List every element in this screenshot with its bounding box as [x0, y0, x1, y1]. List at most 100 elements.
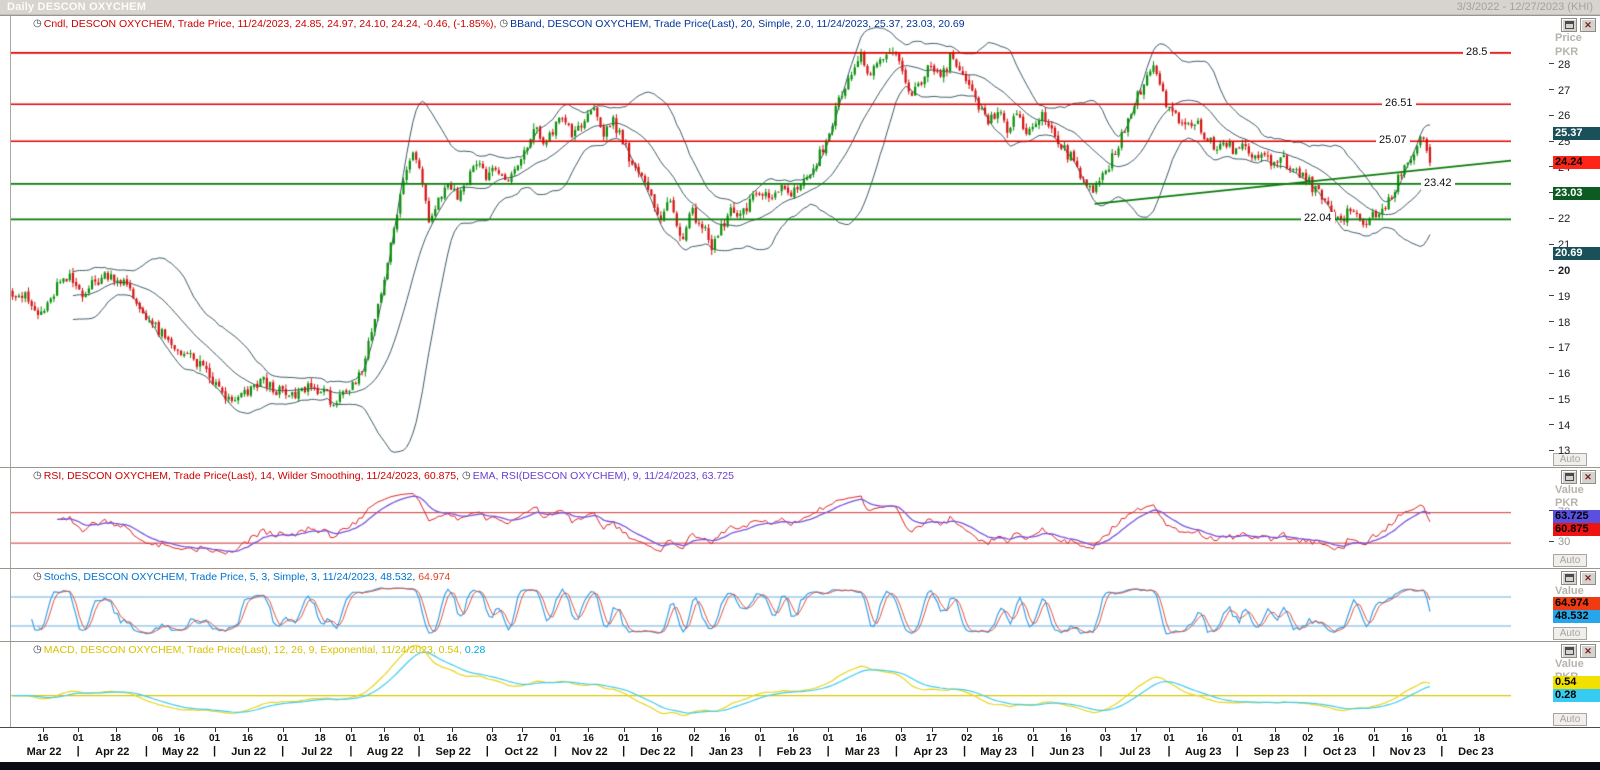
day-tick-mark: [248, 728, 249, 732]
axis-tick-label: 22: [1549, 213, 1570, 225]
axis-unit-pkr: PKR: [1555, 497, 1578, 509]
month-label: Jul 23: [1119, 746, 1150, 758]
day-tick-mark: [624, 728, 625, 732]
day-tick-label: 01: [1368, 733, 1379, 744]
legend-macd-series[interactable]: MACD, DESCON OXYCHEM, Trade Price(Last),…: [44, 644, 465, 656]
legend-rsi-series[interactable]: RSI, DESCON OXYCHEM, Trade Price(Last), …: [44, 470, 462, 482]
axis-unit-pkr: PKR: [1555, 46, 1578, 58]
month-separator: |: [77, 745, 80, 757]
month-separator: |: [486, 745, 489, 757]
day-tick-mark: [1374, 728, 1375, 732]
day-tick-label: 18: [1474, 733, 1485, 744]
day-tick-mark: [932, 728, 933, 732]
price-panel: ◷Cndl, DESCON OXYCHEM, Trade Price, 11/2…: [0, 15, 1600, 467]
month-separator: |: [418, 745, 421, 757]
legend-stoch-d-value[interactable]: 64.974: [418, 571, 450, 583]
axis-title-price: Price: [1555, 32, 1582, 44]
month-label: May 22: [162, 746, 199, 758]
macd-axis[interactable]: ✕ Value PKR 0.540.28 Auto: [1511, 642, 1600, 727]
legend-candle-series[interactable]: Cndl, DESCON OXYCHEM, Trade Price, 11/24…: [44, 18, 500, 30]
day-tick-label: 02: [688, 733, 699, 744]
day-tick-mark: [384, 728, 385, 732]
axis-tick-label: 30: [1549, 536, 1570, 548]
price-chart-canvas[interactable]: [11, 16, 1511, 468]
day-tick-mark: [452, 728, 453, 732]
day-tick-label: 01: [1164, 733, 1175, 744]
time-axis[interactable]: 16Mar 220118Apr 22|0616May 22|0116Jun 22…: [0, 727, 1600, 762]
day-tick-label: 16: [378, 733, 389, 744]
day-tick-mark: [1136, 728, 1137, 732]
restore-icon[interactable]: [1561, 644, 1577, 658]
day-tick-label: 16: [992, 733, 1003, 744]
month-label: Dec 23: [1458, 746, 1493, 758]
macd-legend: ◷MACD, DESCON OXYCHEM, Trade Price(Last)…: [33, 644, 485, 656]
macd-plot-area[interactable]: ◷MACD, DESCON OXYCHEM, Trade Price(Last)…: [10, 642, 1512, 727]
day-tick-label: 16: [37, 733, 48, 744]
day-tick-mark: [1479, 728, 1480, 732]
day-tick-label: 18: [1269, 733, 1280, 744]
day-tick-label: 16: [447, 733, 458, 744]
close-icon[interactable]: ✕: [1580, 470, 1596, 484]
day-tick-mark: [320, 728, 321, 732]
legend-ema-series[interactable]: EMA, RSI(DESCON OXYCHEM), 9, 11/24/2023,…: [473, 470, 734, 482]
day-tick-mark: [760, 728, 761, 732]
day-tick-label: 01: [550, 733, 561, 744]
price-axis[interactable]: ✕ Price PKR 2827262524232221201918171615…: [1511, 16, 1600, 467]
day-tick-mark: [1169, 728, 1170, 732]
auto-scale-button[interactable]: Auto: [1553, 713, 1587, 726]
rsi-panel: ◷RSI, DESCON OXYCHEM, Trade Price(Last),…: [0, 467, 1600, 568]
rsi-plot-area[interactable]: ◷RSI, DESCON OXYCHEM, Trade Price(Last),…: [10, 468, 1512, 568]
rsi-chart-canvas[interactable]: [11, 468, 1511, 569]
day-tick-mark: [967, 728, 968, 732]
day-tick-label: 16: [651, 733, 662, 744]
restore-icon[interactable]: [1561, 470, 1577, 484]
day-tick-mark: [1033, 728, 1034, 732]
day-tick-mark: [901, 728, 902, 732]
axis-price-flag: 48.532: [1553, 610, 1600, 623]
legend-stoch-series[interactable]: StochS, DESCON OXYCHEM, Trade Price, 5, …: [44, 571, 418, 583]
day-tick-label: 01: [73, 733, 84, 744]
month-separator: |: [213, 745, 216, 757]
month-separator: |: [1372, 745, 1375, 757]
axis-tick-label: 16: [1549, 368, 1570, 380]
panel-window-controls: ✕: [1561, 644, 1596, 658]
day-tick-label: 16: [583, 733, 594, 744]
legend-bband-series[interactable]: BBand, DESCON OXYCHEM, Trade Price(Last)…: [510, 18, 964, 30]
day-tick-label: 18: [315, 733, 326, 744]
stoch-axis[interactable]: ✕ Value 64.97448.532 Auto: [1511, 569, 1600, 641]
rsi-axis[interactable]: ✕ Value PKR 7030 63.72560.875 Auto: [1511, 468, 1600, 568]
axis-price-flag: 63.725: [1553, 510, 1600, 523]
axis-tick-label: 15: [1549, 394, 1570, 406]
auto-scale-button[interactable]: Auto: [1553, 627, 1587, 640]
restore-icon[interactable]: [1561, 571, 1577, 585]
stoch-plot-area[interactable]: ◷StochS, DESCON OXYCHEM, Trade Price, 5,…: [10, 569, 1512, 641]
day-tick-mark: [1202, 728, 1203, 732]
close-icon[interactable]: ✕: [1580, 18, 1596, 32]
axis-price-flag: 23.03: [1553, 187, 1600, 200]
day-tick-label: 16: [242, 733, 253, 744]
price-plot-area[interactable]: ◷Cndl, DESCON OXYCHEM, Trade Price, 11/2…: [10, 16, 1512, 467]
month-label: Jun 23: [1049, 746, 1084, 758]
month-label: Mar 23: [845, 746, 880, 758]
day-tick-mark: [1308, 728, 1309, 732]
day-tick-mark: [998, 728, 999, 732]
month-separator: |: [895, 745, 898, 757]
auto-scale-button[interactable]: Auto: [1553, 554, 1587, 567]
window-titlebar[interactable]: Daily DESCON OXYCHEM 3/3/2022 - 12/27/20…: [0, 0, 1600, 15]
clock-icon: ◷: [33, 571, 42, 582]
window-bottom-edge: [0, 762, 1600, 770]
axis-tick-label: 17: [1549, 342, 1570, 354]
clock-icon: ◷: [33, 18, 42, 29]
legend-macd-signal-value[interactable]: 0.28: [465, 644, 485, 656]
axis-tick-label: 19: [1549, 291, 1570, 303]
clock-icon: ◷: [33, 644, 42, 655]
axis-price-flag: 24.24: [1553, 156, 1600, 169]
close-icon[interactable]: ✕: [1580, 644, 1596, 658]
close-icon[interactable]: ✕: [1580, 571, 1596, 585]
day-tick-mark: [522, 728, 523, 732]
restore-icon[interactable]: [1561, 18, 1577, 32]
day-tick-mark: [215, 728, 216, 732]
day-tick-mark: [555, 728, 556, 732]
day-tick-label: 17: [926, 733, 937, 744]
day-tick-mark: [1338, 728, 1339, 732]
